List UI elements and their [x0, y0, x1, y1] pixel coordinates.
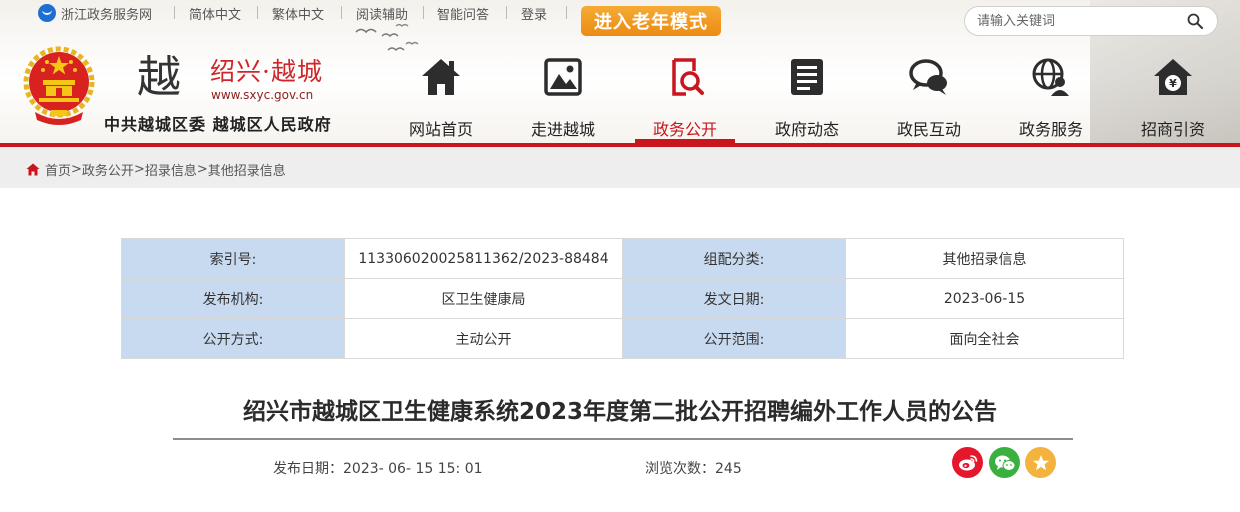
publisher-label: 发布机构:	[121, 278, 345, 319]
divider	[566, 6, 567, 19]
svg-text:¥: ¥	[1169, 77, 1177, 90]
yuecheng-calligraphy-logo: 越	[137, 52, 181, 103]
weibo-share-button[interactable]	[952, 447, 983, 478]
site-url: www.sxyc.gov.cn	[211, 88, 314, 102]
nav-item-about[interactable]: 走进越城	[508, 50, 618, 143]
home-icon	[26, 163, 40, 176]
divider	[506, 6, 507, 19]
document-info-table: 索引号: 113306020025811362/2023-88484 组配分类:…	[121, 238, 1124, 359]
divider	[257, 6, 258, 19]
nav-label: 政民互动	[896, 120, 961, 139]
wechat-icon	[994, 455, 1015, 471]
table-row: 索引号: 113306020025811362/2023-88484 组配分类:…	[121, 238, 1124, 279]
title-divider	[173, 438, 1073, 440]
money-house-icon: ¥	[1154, 59, 1192, 95]
view-count-value: 245	[715, 461, 742, 477]
disclosure-mode-label: 公开方式:	[121, 318, 345, 359]
site-organization: 中共越城区委 越城区人民政府	[104, 115, 332, 134]
picture-icon	[544, 58, 582, 96]
breadcrumb-gov-open[interactable]: 政务公开	[82, 160, 134, 179]
search-box	[964, 6, 1218, 36]
disclosure-scope-value: 面向全社会	[845, 318, 1124, 359]
weibo-icon	[958, 454, 977, 470]
publish-date-value: 2023- 06- 15 15: 01	[343, 461, 483, 477]
category-label: 组配分类:	[622, 238, 846, 279]
divider	[174, 6, 175, 19]
zhejiang-portal-link[interactable]: 浙江政务服务网	[61, 4, 152, 23]
search-document-icon	[672, 58, 704, 96]
breadcrumb-bar: 首页 > 政务公开 > 招录信息 > 其他招录信息	[0, 147, 1240, 188]
publish-date: 发布日期：2023- 06- 15 15: 01	[273, 458, 483, 478]
breadcrumb-other-recruit[interactable]: 其他招录信息	[208, 160, 286, 179]
chat-icon	[909, 59, 947, 95]
disclosure-scope-label: 公开范围:	[622, 318, 846, 359]
nav-item-investment[interactable]: ¥ 招商引资	[1118, 50, 1228, 143]
issue-date-label: 发文日期:	[622, 278, 846, 319]
breadcrumb-separator: >	[71, 162, 82, 177]
nav-item-gov-open[interactable]: 政务公开	[630, 50, 740, 143]
disclosure-mode-value: 主动公开	[344, 318, 623, 359]
divider	[341, 6, 342, 19]
article-title: 绍兴市越城区卫生健康系统2023年度第二批公开招聘编外工作人员的公告	[242, 399, 997, 425]
category-value: 其他招录信息	[845, 238, 1124, 279]
nav-label: 政府动态	[774, 120, 839, 139]
publish-date-label: 发布日期：	[273, 461, 343, 477]
home-icon	[422, 59, 460, 95]
publisher-value: 区卫生健康局	[344, 278, 623, 319]
breadcrumb-separator: >	[196, 162, 208, 177]
breadcrumb: 首页 > 政务公开 > 招录信息 > 其他招录信息	[26, 160, 286, 179]
globe-user-icon	[1032, 58, 1069, 96]
nav-item-interaction[interactable]: 政民互动	[874, 50, 984, 143]
favorite-button[interactable]	[1025, 447, 1056, 478]
index-number-label: 索引号:	[121, 238, 345, 279]
issue-date-value: 2023-06-15	[845, 278, 1124, 319]
table-row: 公开方式: 主动公开 公开范围: 面向全社会	[121, 318, 1124, 359]
nav-item-services[interactable]: 政务服务	[996, 50, 1106, 143]
divider	[423, 6, 424, 19]
elder-mode-button[interactable]: 进入老年模式	[581, 6, 721, 36]
smart-qa-link[interactable]: 智能问答	[437, 4, 489, 23]
site-city-name: 绍兴·越城	[210, 57, 323, 86]
breadcrumb-home[interactable]: 首页	[45, 160, 71, 179]
breadcrumb-recruit-info[interactable]: 招录信息	[145, 160, 197, 179]
view-count-label: 浏览次数：	[645, 461, 715, 477]
nav-item-news[interactable]: 政府动态	[752, 50, 862, 143]
nav-label: 走进越城	[530, 120, 595, 139]
view-count: 浏览次数：245	[645, 458, 742, 478]
table-row: 发布机构: 区卫生健康局 发文日期: 2023-06-15	[121, 278, 1124, 319]
zhejiang-portal-icon[interactable]	[38, 4, 56, 22]
news-icon	[791, 59, 823, 95]
nav-label: 政务公开	[652, 120, 717, 139]
simplified-chinese-link[interactable]: 简体中文	[189, 4, 241, 23]
nav-label: 招商引资	[1140, 120, 1205, 139]
nav-label: 网站首页	[408, 120, 473, 139]
search-input[interactable]	[977, 12, 1177, 30]
breadcrumb-separator: >	[133, 162, 145, 177]
login-link[interactable]: 登录	[521, 4, 547, 23]
star-icon	[1032, 454, 1049, 470]
traditional-chinese-link[interactable]: 繁体中文	[272, 4, 324, 23]
search-icon[interactable]	[1187, 13, 1203, 29]
national-emblem-icon	[23, 46, 95, 125]
site-header: 浙江政务服务网 简体中文 繁体中文 阅读辅助 智能问答 登录 进入老年模式 越	[0, 0, 1240, 143]
index-number-value: 113306020025811362/2023-88484	[344, 238, 623, 279]
nav-item-home[interactable]: 网站首页	[386, 50, 496, 143]
wechat-share-button[interactable]	[989, 447, 1020, 478]
nav-label: 政务服务	[1018, 120, 1083, 139]
reading-aid-link[interactable]: 阅读辅助	[356, 4, 408, 23]
